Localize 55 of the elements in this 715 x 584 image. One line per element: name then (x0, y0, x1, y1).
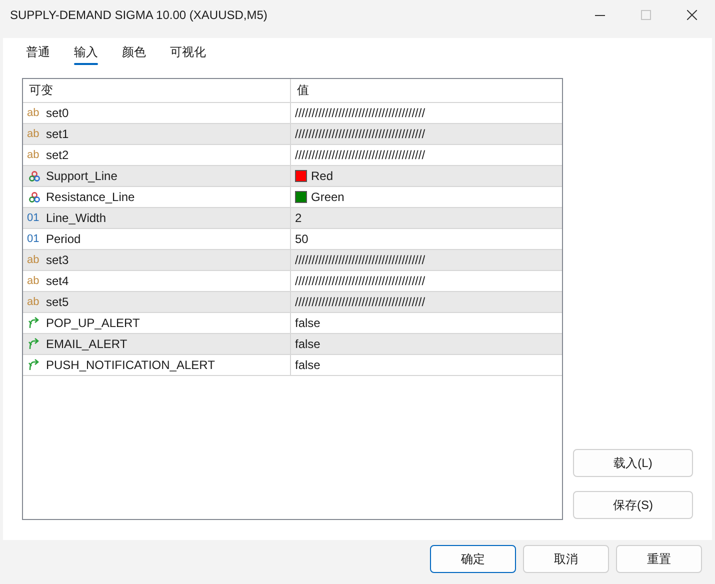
tab[interactable]: 可视化 (161, 41, 215, 63)
parameter-name: set0 (46, 106, 69, 120)
parameter-value[interactable]: false (295, 337, 320, 351)
parameter-value[interactable]: /////////////////////////////////////// (295, 127, 426, 141)
arrow-icon (28, 317, 40, 329)
parameter-value[interactable]: false (295, 358, 320, 372)
parameter-name: Line_Width (46, 211, 106, 225)
parameter-value[interactable]: /////////////////////////////////////// (295, 148, 426, 162)
parameter-name: set4 (46, 274, 69, 288)
string-type-icon: ab (27, 275, 41, 287)
arrow-icon (28, 359, 40, 371)
parameter-value[interactable]: 50 (295, 232, 308, 246)
minimize-icon[interactable] (595, 14, 605, 16)
tab[interactable]: 颜色 (113, 41, 155, 63)
string-type-icon: ab (27, 254, 41, 266)
parameter-value[interactable]: false (295, 316, 320, 330)
tab[interactable]: 输入 (65, 41, 107, 63)
string-type-icon: ab (27, 149, 41, 161)
parameter-value[interactable]: /////////////////////////////////////// (295, 274, 426, 288)
close-icon[interactable] (687, 10, 697, 20)
color-circles-icon (28, 170, 40, 182)
parameter-name: EMAIL_ALERT (46, 337, 128, 351)
parameter-name: set2 (46, 148, 69, 162)
color-swatch[interactable] (295, 191, 307, 203)
parameter-value[interactable]: Red (311, 169, 334, 183)
save-button[interactable]: 保存(S) (573, 491, 693, 519)
string-type-icon: ab (27, 296, 41, 308)
column-header[interactable]: 可变 (23, 79, 291, 102)
parameter-name: PUSH_NOTIFICATION_ALERT (46, 358, 215, 372)
string-type-icon: ab (27, 107, 41, 119)
color-circles-icon (28, 192, 40, 202)
arrow-icon (28, 338, 40, 350)
parameter-value[interactable]: 2 (295, 211, 302, 225)
cancel-button[interactable]: 取消 (523, 545, 609, 573)
parameter-name: set1 (46, 127, 69, 141)
window-title: SUPPLY-DEMAND SIGMA 10.00 (XAUUSD,M5) (10, 8, 268, 22)
parameter-name: set3 (46, 253, 69, 267)
ok-button[interactable]: 确定 (430, 545, 516, 573)
parameter-value[interactable]: /////////////////////////////////////// (295, 106, 426, 120)
parameter-name: POP_UP_ALERT (46, 316, 140, 330)
color-swatch[interactable] (295, 170, 307, 182)
parameter-name: set5 (46, 295, 69, 309)
parameter-value[interactable]: /////////////////////////////////////// (295, 253, 426, 267)
integer-type-icon: 01 (27, 212, 41, 224)
reset-button[interactable]: 重置 (616, 545, 702, 573)
parameter-value[interactable]: Green (311, 190, 344, 204)
load-button[interactable]: 载入(L) (573, 449, 693, 477)
string-type-icon: ab (27, 128, 41, 140)
column-header[interactable]: 值 (291, 79, 562, 102)
parameter-name: Support_Line (46, 169, 118, 183)
parameter-name: Period (46, 232, 81, 246)
tab[interactable]: 普通 (17, 41, 59, 63)
parameter-name: Resistance_Line (46, 190, 135, 204)
integer-type-icon: 01 (27, 233, 41, 245)
parameter-value[interactable]: /////////////////////////////////////// (295, 295, 426, 309)
